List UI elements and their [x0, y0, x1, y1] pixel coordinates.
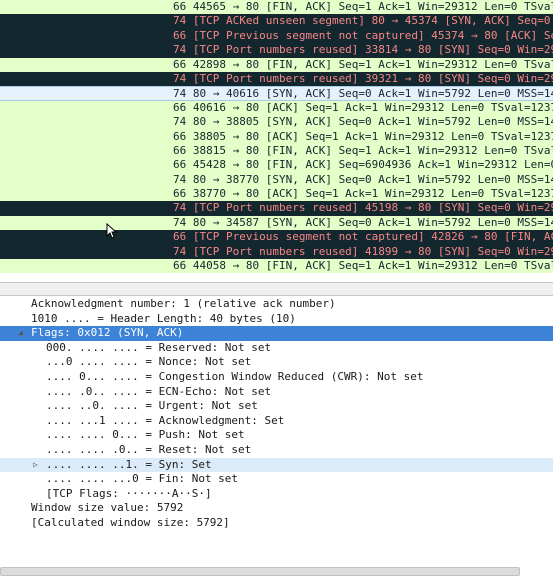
packet-info: 66 38770 → 80 [ACK] Seq=1 Ack=1 Win=2931… [173, 187, 553, 201]
packet-info: 66 42898 → 80 [FIN, ACK] Seq=1 Ack=1 Win… [173, 57, 553, 71]
detail-text: ...0 .... .... = Nonce: Not set [46, 355, 252, 369]
detail-text: 000. .... .... = Reserved: Not set [46, 340, 272, 354]
packet-info: 66 45428 → 80 [FIN, ACK] Seq=6904936 Ack… [173, 158, 553, 172]
detail-row[interactable]: [Calculated window size: 5792] [0, 516, 553, 531]
packet-row[interactable]: 66 44565 → 80 [FIN, ACK] Seq=1 Ack=1 Win… [0, 0, 553, 15]
detail-row[interactable]: 1010 .... = Header Length: 40 bytes (10) [0, 312, 553, 327]
detail-row[interactable]: .... ...1 .... = Acknowledgment: Set [0, 414, 553, 429]
detail-text: [TCP Flags: ·······A··S·] [46, 486, 212, 500]
packet-info: 74 [TCP Port numbers reused] 33814 → 80 … [173, 43, 553, 57]
detail-text: 1010 .... = Header Length: 40 bytes (10) [31, 311, 296, 325]
mouse-cursor-icon [106, 223, 118, 239]
packet-info: 66 [TCP Previous segment not captured] 4… [173, 28, 553, 42]
pane-splitter[interactable] [0, 282, 553, 576]
detail-text: Acknowledgment number: 1 (relative ack n… [31, 297, 336, 310]
packet-info: 66 40616 → 80 [ACK] Seq=1 Ack=1 Win=2931… [173, 100, 553, 114]
packet-row[interactable]: 66 [TCP Previous segment not captured] 4… [0, 28, 553, 44]
detail-text: Flags: 0x012 (SYN, ACK) [31, 326, 184, 340]
detail-text: .... .0.. .... = ECN-Echo: Not set [46, 384, 272, 398]
scrollbar-thumb[interactable] [0, 567, 520, 576]
packet-row[interactable]: 74 [TCP ACKed unseen segment] 80 → 45374… [0, 14, 553, 29]
packet-info: 74 80 → 38805 [SYN, ACK] Seq=0 Ack=1 Win… [173, 115, 553, 129]
detail-text: .... ...1 .... = Acknowledgment: Set [46, 413, 285, 427]
packet-info: 74 80 → 38770 [SYN, ACK] Seq=0 Ack=1 Win… [173, 172, 553, 186]
packet-row[interactable]: 74 [TCP Port numbers reused] 33814 → 80 … [0, 43, 553, 58]
packet-info: 74 [TCP ACKed unseen segment] 80 → 45374… [173, 14, 553, 28]
packet-row[interactable]: 66 40616 → 80 [ACK] Seq=1 Ack=1 Win=2931… [0, 100, 553, 116]
packet-row[interactable]: 74 80 → 34587 [SYN, ACK] Seq=0 Ack=1 Win… [0, 215, 553, 231]
horizontal-scrollbar[interactable] [0, 566, 553, 577]
detail-text: .... .... .0.. = Reset: Not set [46, 442, 252, 456]
packet-info: 74 [TCP Port numbers reused] 41899 → 80 … [173, 244, 553, 258]
detail-row[interactable]: .... 0... .... = Congestion Window Reduc… [0, 370, 553, 385]
detail-row[interactable]: .... ..0. .... = Urgent: Not set [0, 399, 553, 414]
packet-list[interactable]: 66 44565 → 80 [FIN, ACK] Seq=1 Ack=1 Win… [0, 0, 553, 282]
packet-info: 66 44565 → 80 [FIN, ACK] Seq=1 Ack=1 Win… [173, 0, 553, 13]
packet-row[interactable]: 66 44058 → 80 [FIN, ACK] Seq=1 Ack=1 Win… [0, 259, 553, 274]
packet-details-tree[interactable]: Acknowledgment number: 1 (relative ack n… [0, 297, 553, 532]
packet-info: 74 80 → 34587 [SYN, ACK] Seq=0 Ack=1 Win… [173, 215, 553, 229]
detail-text: .... ..0. .... = Urgent: Not set [46, 399, 258, 413]
detail-row[interactable]: Window size value: 5792 [0, 501, 553, 516]
detail-row[interactable]: ◢ Flags: 0x012 (SYN, ACK) [0, 326, 553, 341]
packet-row[interactable]: 74 80 → 40616 [SYN, ACK] Seq=0 Ack=1 Win… [0, 86, 553, 101]
packet-row[interactable]: 74 80 → 38805 [SYN, ACK] Seq=0 Ack=1 Win… [0, 115, 553, 130]
detail-row[interactable]: [TCP Flags: ·······A··S·] [0, 487, 553, 502]
packet-row[interactable]: 74 [TCP Port numbers reused] 39321 → 80 … [0, 71, 553, 87]
packet-info: 74 [TCP Port numbers reused] 45198 → 80 … [173, 201, 553, 215]
packet-row[interactable]: 66 [TCP Previous segment not captured] 4… [0, 230, 553, 245]
expand-arrow-icon[interactable]: ▷ [33, 458, 38, 473]
detail-row[interactable]: .... .... ...0 = Fin: Not set [0, 472, 553, 487]
packet-row[interactable]: 66 38770 → 80 [ACK] Seq=1 Ack=1 Win=2931… [0, 187, 553, 202]
packet-info: 66 [TCP Previous segment not captured] 4… [173, 230, 553, 244]
detail-text: .... .... 0... = Push: Not set [46, 428, 245, 442]
packet-row[interactable]: 66 38815 → 80 [FIN, ACK] Seq=1 Ack=1 Win… [0, 143, 553, 159]
packet-info: 74 80 → 40616 [SYN, ACK] Seq=0 Ack=1 Win… [173, 87, 553, 101]
packet-row[interactable]: 74 80 → 38770 [SYN, ACK] Seq=0 Ack=1 Win… [0, 172, 553, 188]
detail-text: .... .... ..1. = Syn: Set [46, 457, 212, 471]
detail-text: Window size value: 5792 [31, 501, 184, 515]
packet-info: 66 44058 → 80 [FIN, ACK] Seq=1 Ack=1 Win… [173, 259, 553, 273]
packet-row[interactable]: 66 38805 → 80 [ACK] Seq=1 Ack=1 Win=2931… [0, 129, 553, 144]
detail-row[interactable]: ▷ .... .... ..1. = Syn: Set [0, 457, 553, 473]
detail-text: .... 0... .... = Congestion Window Reduc… [46, 369, 424, 383]
detail-row[interactable]: 000. .... .... = Reserved: Not set [0, 341, 553, 356]
packet-row[interactable]: 74 [TCP Port numbers reused] 41899 → 80 … [0, 244, 553, 260]
packet-row[interactable]: 66 45428 → 80 [FIN, ACK] Seq=6904936 Ack… [0, 158, 553, 173]
packet-info: 66 38805 → 80 [ACK] Seq=1 Ack=1 Win=2931… [173, 129, 553, 143]
detail-text: [Calculated window size: 5792] [31, 515, 230, 529]
detail-row[interactable]: .... .... 0... = Push: Not set [0, 428, 553, 443]
packet-info: 66 38815 → 80 [FIN, ACK] Seq=1 Ack=1 Win… [173, 143, 553, 157]
detail-row[interactable]: .... .... .0.. = Reset: Not set [0, 443, 553, 458]
packet-row[interactable]: 74 [TCP Port numbers reused] 45198 → 80 … [0, 201, 553, 216]
packet-row[interactable]: 66 42898 → 80 [FIN, ACK] Seq=1 Ack=1 Win… [0, 57, 553, 72]
detail-row[interactable]: Acknowledgment number: 1 (relative ack n… [0, 297, 553, 312]
detail-text: .... .... ...0 = Fin: Not set [46, 472, 239, 486]
packet-info: 74 [TCP Port numbers reused] 39321 → 80 … [173, 71, 553, 85]
detail-row[interactable]: .... .0.. .... = ECN-Echo: Not set [0, 385, 553, 400]
collapse-arrow-icon[interactable]: ◢ [18, 326, 23, 341]
detail-row[interactable]: ...0 .... .... = Nonce: Not set [0, 355, 553, 370]
